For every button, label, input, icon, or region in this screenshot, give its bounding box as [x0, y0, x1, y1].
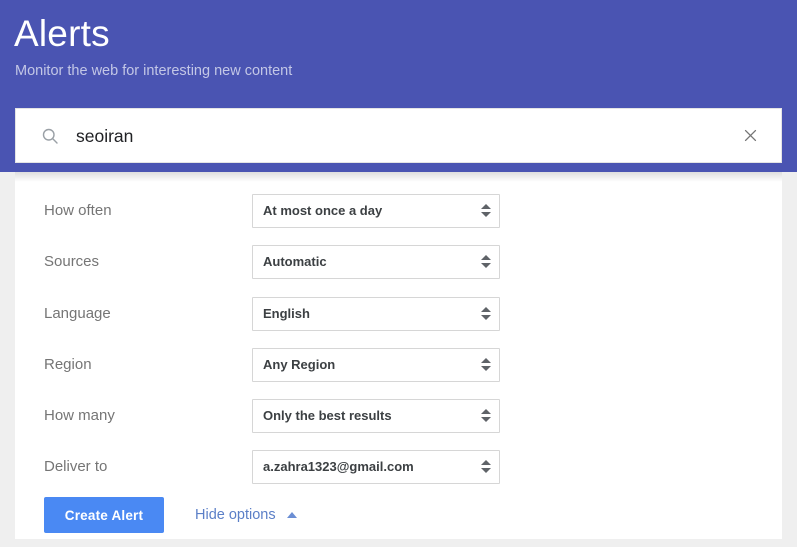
option-row-region: Region Any Region — [15, 339, 782, 390]
clear-search-button[interactable] — [735, 121, 765, 151]
caret-up-icon — [481, 255, 491, 260]
option-row-deliver-to: Deliver to a.zahra1323@gmail.com — [15, 441, 782, 492]
stepper-icon — [473, 245, 499, 279]
option-label-region: Region — [44, 355, 92, 373]
left-gutter — [0, 172, 15, 547]
search-input[interactable] — [76, 123, 735, 148]
hide-options-label: Hide options — [195, 507, 276, 523]
stepper-icon — [473, 399, 499, 433]
select-how-many[interactable]: Only the best results — [252, 398, 500, 433]
caret-up-icon — [481, 358, 491, 363]
option-row-how-many: How many Only the best results — [15, 390, 782, 441]
search-bar[interactable] — [15, 108, 782, 163]
caret-down-icon — [481, 366, 491, 371]
select-value-how-often: At most once a day — [263, 202, 383, 218]
select-region[interactable]: Any Region — [252, 347, 500, 382]
caret-up-icon — [481, 409, 491, 414]
caret-down-icon — [481, 212, 491, 217]
caret-up-icon — [481, 204, 491, 209]
option-label-language: Language — [44, 304, 111, 322]
select-value-region: Any Region — [263, 356, 336, 372]
select-language[interactable]: English — [252, 296, 500, 331]
select-value-how-many: Only the best results — [263, 407, 392, 423]
caret-down-icon — [481, 315, 491, 320]
select-wrap-deliver-to[interactable]: a.zahra1323@gmail.com — [252, 449, 500, 484]
action-row: Create Alert Hide options — [44, 497, 297, 533]
close-icon — [744, 129, 756, 142]
select-value-sources: Automatic — [263, 253, 327, 269]
caret-down-icon — [481, 468, 491, 473]
select-wrap-how-many[interactable]: Only the best results — [252, 398, 500, 433]
option-row-language: Language English — [15, 288, 782, 339]
select-wrap-language[interactable]: English — [252, 296, 500, 331]
options-card: How often At most once a day Sources Aut… — [15, 172, 782, 539]
stepper-icon — [473, 297, 499, 331]
option-label-sources: Sources — [44, 252, 100, 270]
option-row-how-often: How often At most once a day — [15, 185, 782, 236]
stepper-icon — [473, 450, 499, 484]
select-sources[interactable]: Automatic — [252, 244, 500, 279]
stepper-icon — [473, 348, 499, 382]
caret-up-icon — [481, 460, 491, 465]
stepper-icon — [473, 194, 499, 228]
alerts-page: Alerts Monitor the web for interesting n… — [0, 0, 797, 547]
select-how-often[interactable]: At most once a day — [252, 193, 500, 228]
caret-down-icon — [481, 263, 491, 268]
caret-down-icon — [481, 417, 491, 422]
select-wrap-region[interactable]: Any Region — [252, 347, 500, 382]
bottom-gutter — [0, 539, 797, 547]
page-subtitle: Monitor the web for interesting new cont… — [15, 63, 293, 79]
create-alert-button[interactable]: Create Alert — [44, 497, 164, 533]
option-row-sources: Sources Automatic — [15, 236, 782, 287]
select-wrap-sources[interactable]: Automatic — [252, 244, 500, 279]
option-label-how-many: How many — [44, 406, 115, 424]
caret-up-icon — [481, 307, 491, 312]
caret-up-icon — [286, 512, 297, 518]
search-icon — [42, 128, 58, 144]
select-value-language: English — [263, 305, 310, 321]
select-deliver-to[interactable]: a.zahra1323@gmail.com — [252, 449, 500, 484]
select-value-deliver-to: a.zahra1323@gmail.com — [263, 458, 414, 474]
hide-options-link[interactable]: Hide options — [195, 505, 297, 525]
option-label-how-often: How often — [44, 201, 112, 219]
option-label-deliver-to: Deliver to — [44, 457, 108, 475]
page-title: Alerts — [14, 13, 110, 54]
right-gutter — [782, 172, 797, 547]
select-wrap-how-often[interactable]: At most once a day — [252, 193, 500, 228]
